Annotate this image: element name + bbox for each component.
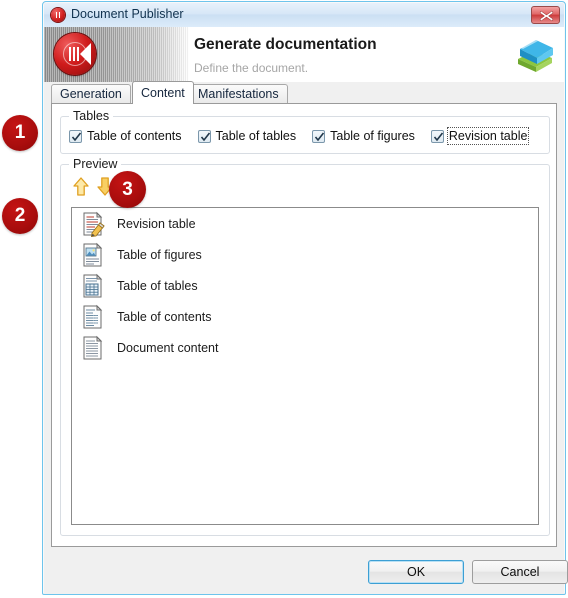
list-item[interactable]: Table of figures	[72, 239, 538, 270]
document-list-icon	[80, 304, 106, 330]
list-item-label: Table of contents	[117, 309, 212, 324]
check-icon	[200, 132, 210, 141]
annotation-badge-2: 2	[2, 198, 38, 234]
page-title: Generate documentation	[194, 36, 377, 53]
tab-content[interactable]: Content	[132, 81, 194, 104]
document-pencil-icon	[80, 211, 106, 237]
tables-group-label: Tables	[69, 109, 114, 123]
list-item-label: Document content	[117, 340, 219, 355]
app-record-icon	[51, 8, 65, 22]
tab-page-content: Tables Table of contents Table of tables…	[51, 103, 557, 547]
checkbox-table-of-figures[interactable]: Table of figures	[312, 128, 416, 144]
close-button[interactable]	[531, 6, 560, 24]
checkbox-revision-table[interactable]: Revision table	[430, 127, 530, 145]
checkbox-box[interactable]	[69, 129, 82, 143]
checkbox-label: Revision table	[446, 127, 530, 145]
document-text-icon	[80, 335, 106, 361]
checkbox-box[interactable]	[312, 129, 326, 143]
annotation-badge-3: 3	[109, 171, 146, 208]
dialog-window: Document Publisher Generate documentatio…	[42, 1, 568, 595]
preview-group-label: Preview	[69, 157, 122, 171]
list-item[interactable]: Document content	[72, 332, 538, 363]
list-item[interactable]: Table of contents	[72, 301, 538, 332]
list-item-label: Table of tables	[117, 278, 198, 293]
list-item-label: Revision table	[117, 216, 196, 231]
list-item[interactable]: Revision table	[72, 208, 538, 239]
close-icon	[539, 10, 554, 22]
tab-strip: Generation Content Manifestations	[51, 81, 557, 104]
window-title: Document Publisher	[71, 7, 184, 21]
tables-checkbox-row: Table of contents Table of tables Table …	[69, 127, 543, 145]
move-up-button[interactable]	[69, 175, 93, 199]
page-subtitle: Define the document.	[194, 61, 309, 75]
dialog-footer: OK Cancel	[44, 549, 568, 594]
media-publisher-icon	[54, 33, 96, 75]
checkbox-box[interactable]	[430, 129, 444, 143]
checkbox-box[interactable]	[197, 129, 211, 143]
dialog-header: Generate documentation Define the docume…	[44, 27, 564, 82]
checkbox-label: Table of contents	[87, 129, 182, 143]
tables-group: Tables Table of contents Table of tables…	[60, 109, 550, 154]
checkbox-label: Table of figures	[330, 129, 415, 143]
books-icon	[518, 40, 553, 72]
list-item[interactable]: Table of tables	[72, 270, 538, 301]
ok-button[interactable]: OK	[368, 560, 464, 584]
check-icon	[71, 132, 82, 141]
list-item-label: Table of figures	[117, 247, 202, 262]
annotation-badge-1: 1	[2, 115, 38, 151]
tab-manifestations[interactable]: Manifestations	[189, 84, 288, 103]
preview-list[interactable]: Revision table Table of figures Table of…	[71, 207, 539, 525]
preview-group: Preview Revision table Table of figures …	[60, 157, 550, 536]
checkbox-table-of-contents[interactable]: Table of contents	[69, 128, 183, 144]
check-icon	[315, 132, 325, 141]
checkbox-label: Table of tables	[215, 129, 297, 143]
tab-generation[interactable]: Generation	[51, 84, 131, 103]
document-image-icon	[80, 242, 106, 268]
document-grid-icon	[80, 273, 106, 299]
check-icon	[433, 132, 444, 141]
cancel-button[interactable]: Cancel	[472, 560, 568, 584]
title-bar: Document Publisher	[44, 3, 564, 27]
arrow-up-icon	[73, 177, 89, 196]
checkbox-table-of-tables[interactable]: Table of tables	[197, 128, 298, 144]
